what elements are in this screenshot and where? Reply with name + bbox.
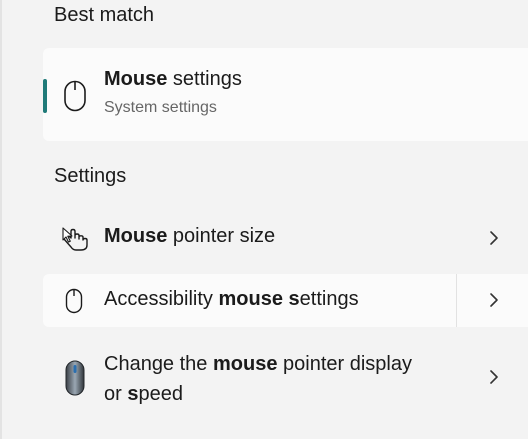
label-fragment: s: [127, 383, 139, 405]
label-fragment: pointer size: [167, 225, 276, 247]
best-match-heading: Best match: [54, 4, 155, 26]
best-match-title: Mouse settings: [104, 68, 242, 90]
chevron-right-icon: [490, 370, 498, 384]
selection-indicator: [43, 79, 47, 113]
label-fragment: Accessibility: [104, 288, 219, 310]
setting-result-row[interactable]: Mouse pointer size: [43, 210, 528, 266]
row-divider: [456, 274, 457, 327]
panel-left-border: [0, 0, 2, 439]
best-match-subtitle: System settings: [104, 99, 217, 116]
settings-heading: Settings: [54, 165, 127, 187]
setting-result-label: Mouse pointer size: [104, 225, 275, 248]
mouse-icon: [64, 80, 86, 112]
chevron-right-icon[interactable]: [487, 292, 501, 308]
mouse-3d-icon: [65, 360, 85, 396]
setting-result-label: Accessibility mouse settings: [104, 288, 359, 311]
label-fragment: mouse: [218, 288, 283, 310]
mouse-icon: [65, 288, 83, 314]
setting-result-row[interactable]: Change the mouse pointer display or spee…: [43, 343, 528, 415]
pointer-hand-icon: [62, 227, 88, 251]
label-fragment: mouse: [212, 353, 278, 375]
setting-result-label: Change the mouse pointer display or spee…: [104, 349, 434, 409]
label-fragment: Mouse: [104, 225, 168, 247]
chevron-right-icon: [490, 231, 498, 245]
setting-result-row-hovered[interactable]: Accessibility mouse settings: [43, 274, 528, 327]
best-match-result[interactable]: [43, 48, 528, 141]
label-fragment: peed: [138, 383, 183, 405]
label-fragment: s: [288, 288, 300, 310]
label-fragment: Change the: [104, 353, 213, 375]
label-fragment: ettings: [299, 288, 359, 310]
